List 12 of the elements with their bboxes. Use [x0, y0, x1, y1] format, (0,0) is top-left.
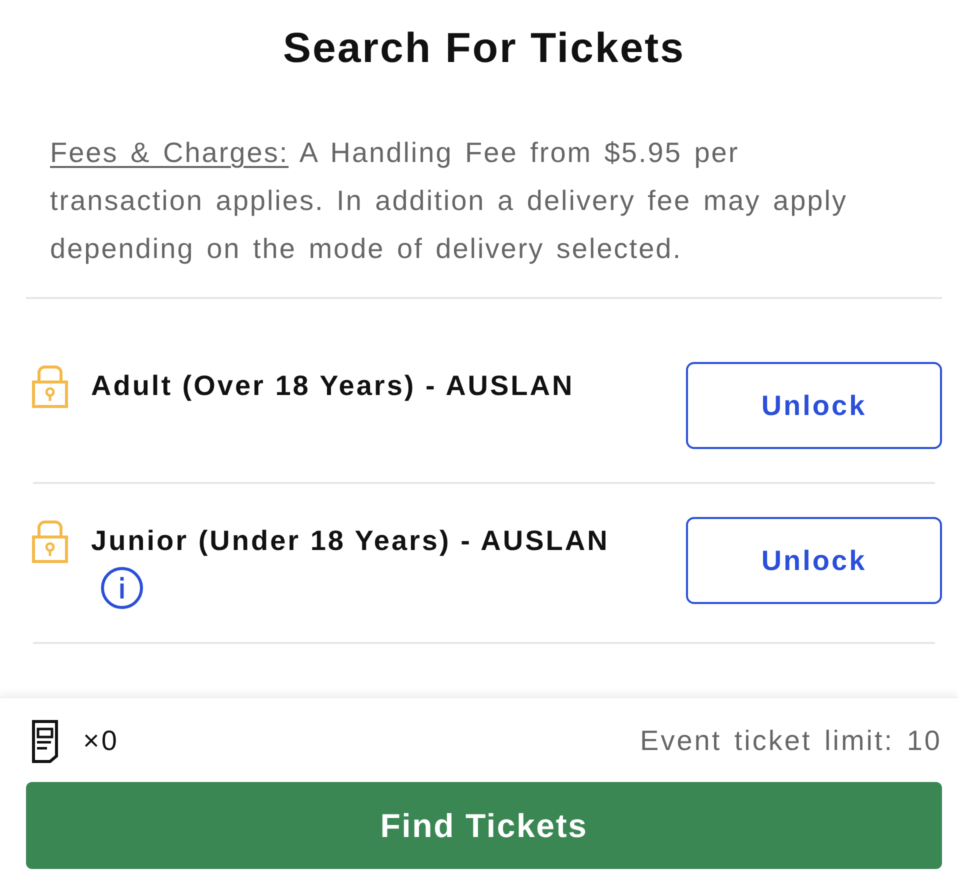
ticket-count: ×0	[83, 724, 119, 758]
ticket-limit: Event ticket limit: 10	[640, 724, 942, 758]
fees-note: Fees & Charges: A Handling Fee from $5.95 per transaction applies. In addition a delivery fee may apply depending on the mode of delivery selected.	[49, 136, 848, 266]
ticket-icon	[32, 720, 58, 762]
ticket-type-label: Adult (Over 18 Years) - AUSLAN	[91, 370, 576, 402]
fees-link[interactable]: Fees & Charges:	[50, 137, 289, 168]
unlock-button[interactable]: Unlock	[686, 362, 942, 449]
ticket-type-label: Junior (Under 18 Years) - AUSLAN	[91, 525, 610, 557]
page-title: Search For Tickets	[282, 23, 686, 72]
find-tickets-button[interactable]: Find Tickets	[26, 782, 942, 869]
unlock-button[interactable]: Unlock	[686, 517, 942, 604]
info-icon[interactable]	[101, 567, 143, 609]
